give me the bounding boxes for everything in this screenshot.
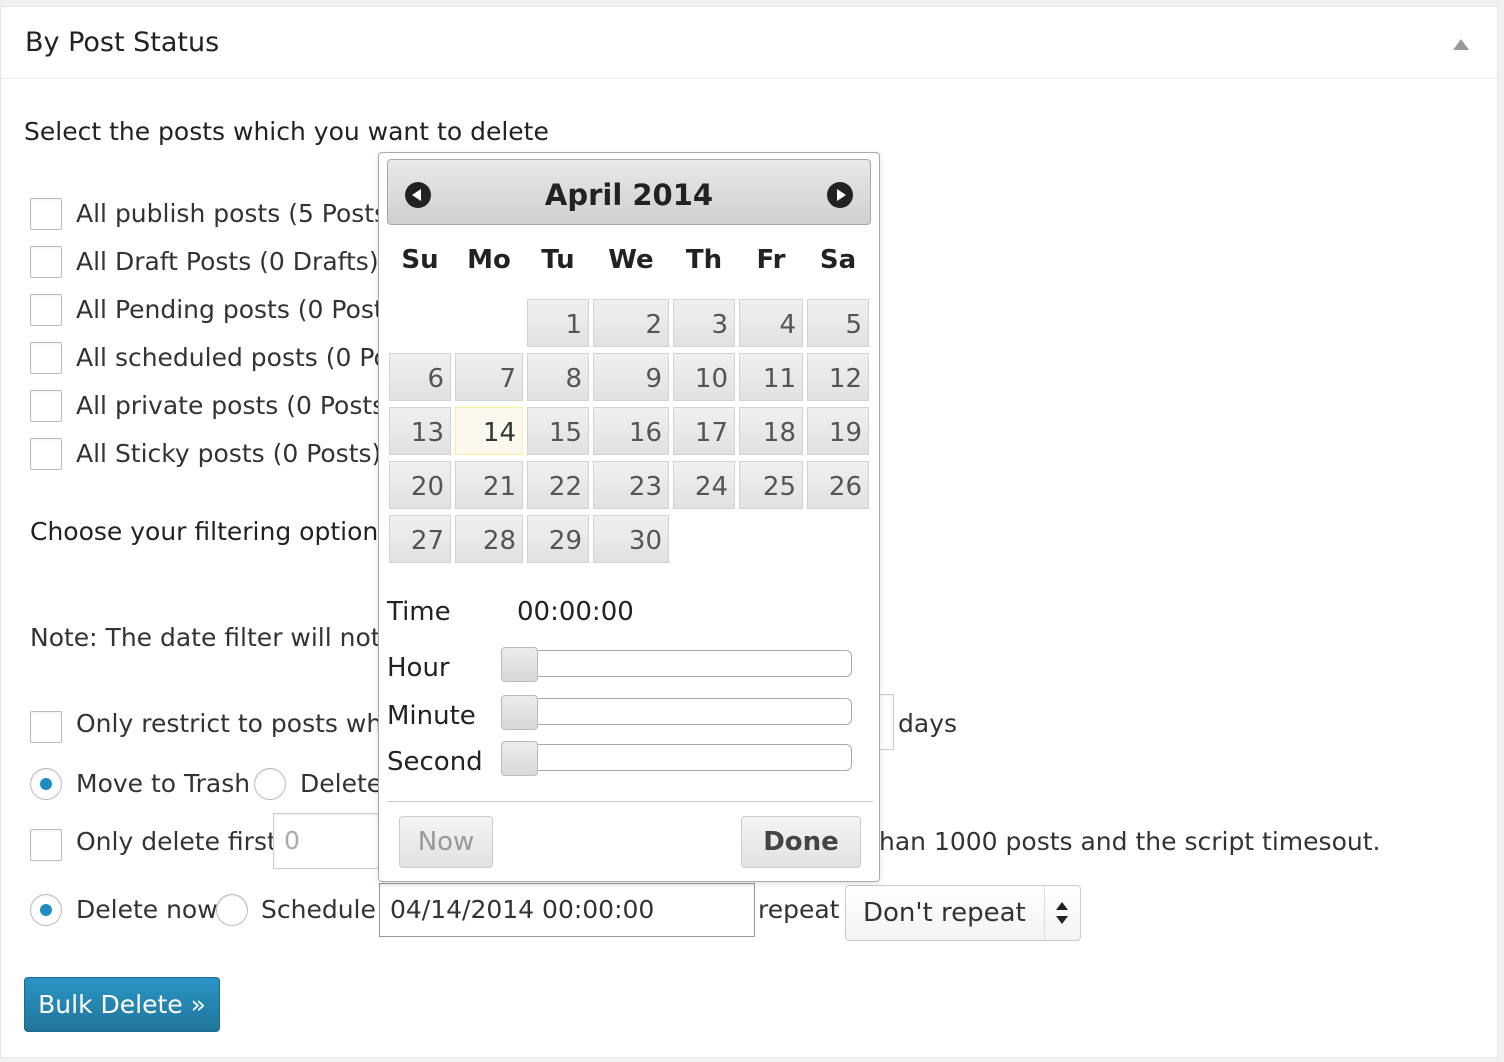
calendar-day[interactable]: 6 [389, 353, 451, 401]
calendar-day[interactable]: 1 [527, 299, 589, 347]
weekday-header: Su [401, 245, 439, 275]
weekday-header: Th [685, 245, 723, 275]
calendar-day[interactable]: 22 [527, 461, 589, 509]
bulk-delete-button[interactable]: Bulk Delete » [24, 977, 220, 1032]
datepicker-month-title: April 2014 [544, 178, 714, 212]
calendar-day[interactable]: 2 [593, 299, 669, 347]
next-month-icon[interactable] [827, 182, 853, 208]
checkbox-pending-posts[interactable] [30, 294, 62, 326]
calendar-day[interactable]: 4 [739, 299, 803, 347]
calendar-day[interactable]: 7 [455, 353, 523, 401]
weekday-header: Sa [819, 245, 857, 275]
minute-slider-handle[interactable] [501, 695, 538, 730]
weekday-header: Tu [541, 245, 575, 275]
delete-now-label: Delete now [76, 895, 218, 924]
datepicker-header: April 2014 [387, 159, 871, 225]
move-to-trash-label: Move to Trash [76, 769, 251, 798]
limit-label: Only delete first [76, 827, 277, 856]
limit-count-input[interactable]: 0 [273, 813, 379, 869]
checkbox-restrict-days[interactable] [30, 711, 62, 743]
checkbox-draft-posts[interactable] [30, 246, 62, 278]
checkbox-publish-posts[interactable] [30, 198, 62, 230]
second-slider-handle[interactable] [501, 741, 538, 776]
calendar-day[interactable]: 23 [593, 461, 669, 509]
minute-label: Minute [387, 701, 476, 731]
repeat-label: repeat [758, 895, 840, 924]
date-filter-note: Note: The date filter will not w [30, 623, 409, 652]
calendar-day-today[interactable]: 14 [455, 407, 523, 455]
calendar-day[interactable]: 20 [389, 461, 451, 509]
calendar-day[interactable]: 19 [807, 407, 869, 455]
calendar-day[interactable]: 9 [593, 353, 669, 401]
calendar-day[interactable]: 8 [527, 353, 589, 401]
panel-title: By Post Status [25, 27, 220, 58]
weekday-header: Fr [756, 245, 786, 275]
checkbox-label-pending: All Pending posts (0 Posts [76, 295, 397, 324]
limit-hint: han 1000 posts and the script timesout. [879, 827, 1381, 856]
radio-delete-permanently[interactable] [254, 768, 286, 800]
datepicker-popup: April 2014 Su Mo Tu We Th Fr Sa 1 2 3 4 5 6 7 8 9 10 11 1… [378, 152, 880, 882]
weekday-header: Mo [467, 245, 511, 275]
calendar-day[interactable]: 25 [739, 461, 803, 509]
now-button[interactable]: Now [399, 816, 493, 868]
time-label: Time [387, 597, 451, 627]
calendar-day[interactable]: 13 [389, 407, 451, 455]
radio-delete-now[interactable] [30, 894, 62, 926]
checkbox-scheduled-posts[interactable] [30, 342, 62, 374]
radio-move-to-trash[interactable] [30, 768, 62, 800]
calendar-day[interactable]: 16 [593, 407, 669, 455]
panel-header[interactable]: By Post Status [1, 7, 1497, 79]
select-arrows-icon [1044, 886, 1080, 940]
hour-slider-handle[interactable] [501, 647, 538, 682]
second-label: Second [387, 747, 483, 777]
schedule-label: Schedule [261, 895, 376, 924]
calendar-day[interactable]: 24 [673, 461, 735, 509]
delete-permanently-label: Delete [300, 769, 383, 798]
repeat-select-value: Don't repeat [863, 898, 1026, 928]
checkbox-label-private: All private posts (0 Posts) [76, 391, 395, 420]
calendar-day[interactable]: 12 [807, 353, 869, 401]
checkbox-sticky-posts[interactable] [30, 438, 62, 470]
schedule-datetime-input[interactable]: 04/14/2014 00:00:00 [379, 883, 755, 937]
checkbox-label-publish: All publish posts (5 Posts) [76, 199, 397, 228]
restrict-label: Only restrict to posts whic [76, 709, 403, 738]
days-label: days [898, 709, 958, 738]
calendar-day[interactable]: 5 [807, 299, 869, 347]
calendar-day[interactable]: 26 [807, 461, 869, 509]
done-button[interactable]: Done [741, 816, 861, 868]
checkbox-label-scheduled: All scheduled posts (0 Pos [76, 343, 402, 372]
select-heading: Select the posts which you want to delet… [24, 117, 549, 146]
calendar-day[interactable]: 28 [455, 515, 523, 563]
hour-slider[interactable] [501, 647, 852, 682]
checkbox-private-posts[interactable] [30, 390, 62, 422]
checkbox-limit-posts[interactable] [30, 829, 62, 861]
calendar-day[interactable]: 27 [389, 515, 451, 563]
calendar-day[interactable]: 18 [739, 407, 803, 455]
checkbox-label-draft: All Draft Posts (0 Drafts) [76, 247, 379, 276]
calendar-day[interactable]: 29 [527, 515, 589, 563]
calendar-day[interactable]: 11 [739, 353, 803, 401]
calendar-day[interactable]: 21 [455, 461, 523, 509]
minute-slider[interactable] [501, 695, 852, 730]
time-value: 00:00:00 [517, 597, 634, 627]
repeat-select[interactable]: Don't repeat [845, 885, 1081, 941]
collapse-arrow-icon[interactable] [1453, 39, 1469, 50]
second-slider[interactable] [501, 741, 852, 776]
calendar-day[interactable]: 10 [673, 353, 735, 401]
calendar-day[interactable]: 17 [673, 407, 735, 455]
weekday-header: We [608, 245, 654, 275]
filter-heading: Choose your filtering option [30, 517, 379, 546]
radio-schedule[interactable] [216, 894, 248, 926]
calendar-day[interactable]: 3 [673, 299, 735, 347]
calendar-day[interactable]: 15 [527, 407, 589, 455]
datepicker-divider [387, 801, 873, 802]
hour-label: Hour [387, 653, 450, 683]
checkbox-label-sticky: All Sticky posts (0 Posts) [76, 439, 382, 468]
calendar-day[interactable]: 30 [593, 515, 669, 563]
